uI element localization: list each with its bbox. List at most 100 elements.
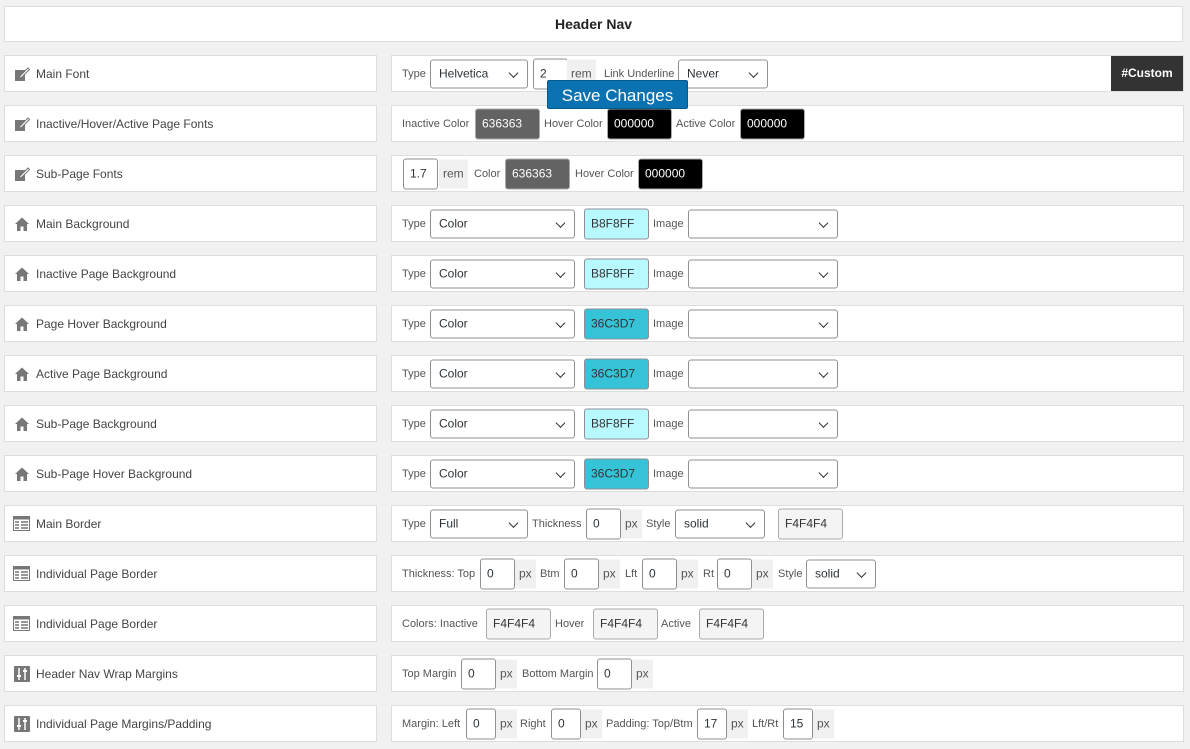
sub-color-swatch[interactable]: 636363 — [505, 158, 570, 189]
px-unit: px — [621, 509, 642, 538]
settings-row: Individual Page Border Colors: Inactive F4… — [4, 605, 1184, 643]
home-icon — [13, 415, 30, 432]
sub-hover-color-swatch[interactable]: 000000 — [638, 158, 703, 189]
hover-border-color-swatch[interactable]: F4F4F4 — [593, 608, 658, 639]
row-controls: Type Color B8F8FF Image — [391, 255, 1184, 292]
padding-tb-label: Padding: Top/Btm — [606, 717, 693, 730]
row-label-text: Individual Page Border — [36, 616, 158, 631]
link-underline-select[interactable]: Never — [678, 59, 768, 88]
bg-type-select[interactable]: Color — [430, 209, 575, 238]
bottom-margin-input[interactable]: 0 — [597, 658, 632, 689]
table-icon — [13, 515, 30, 532]
row-label: Active Page Background — [4, 355, 377, 392]
active-border-color-swatch[interactable]: F4F4F4 — [699, 608, 764, 639]
bg-image-select[interactable] — [688, 409, 838, 438]
bg-color-swatch[interactable]: B8F8FF — [584, 408, 649, 439]
row-label: Individual Page Margins/Padding — [4, 705, 377, 742]
settings-row: Sub-Page Hover Background Type Color 36C3D7… — [4, 455, 1184, 493]
border-top-input[interactable]: 0 — [480, 558, 515, 589]
row-controls: Type Full Thickness 0 px Style solid F4F4F4 — [391, 505, 1184, 542]
lftrt-label: Lft/Rt — [752, 717, 779, 730]
padding-lr-input[interactable]: 15 — [783, 708, 813, 739]
px-unit: px — [813, 709, 834, 738]
margin-left-input[interactable]: 0 — [466, 708, 496, 739]
bg-image-label: Image — [653, 367, 684, 380]
settings-row: Header Nav Wrap Margins Top Margin 0 px Bott… — [4, 655, 1184, 693]
bg-image-select[interactable] — [688, 209, 838, 238]
inactive-border-color-swatch[interactable]: F4F4F4 — [486, 608, 551, 639]
bg-color-swatch[interactable]: 36C3D7 — [584, 458, 649, 489]
bg-image-label: Image — [653, 417, 684, 430]
custom-css-button[interactable]: #Custom — [1111, 56, 1183, 91]
sliders-icon — [13, 715, 30, 732]
row-label-text: Main Border — [36, 516, 102, 531]
row-label-text: Individual Page Margins/Padding — [36, 716, 212, 731]
margin-right-label: Right — [520, 717, 546, 730]
row-controls: Margin: Left 0 px Right 0 px Padding: Top/Btm 1… — [391, 705, 1184, 742]
sub-font-size-input[interactable]: 1.7 — [403, 158, 438, 189]
bg-color-swatch[interactable]: B8F8FF — [584, 258, 649, 289]
row-controls: 1.7 rem Color 636363 Hover Color 000000 — [391, 155, 1184, 192]
active-label: Active — [661, 617, 691, 630]
home-icon — [13, 465, 30, 482]
top-margin-input[interactable]: 0 — [461, 658, 496, 689]
bg-type-label: Type — [402, 317, 426, 330]
bg-color-swatch[interactable]: B8F8FF — [584, 208, 649, 239]
type-label: Type — [402, 67, 426, 80]
border-lft-input[interactable]: 0 — [642, 558, 677, 589]
thickness-top-label: Thickness: Top — [402, 567, 476, 580]
font-type-select[interactable]: Helvetica — [430, 59, 528, 88]
row-label: Page Hover Background — [4, 305, 377, 342]
row-label: Individual Page Border — [4, 555, 377, 592]
bg-image-select[interactable] — [688, 259, 838, 288]
bg-color-swatch[interactable]: 36C3D7 — [584, 308, 649, 339]
row-label-text: Header Nav Wrap Margins — [36, 666, 178, 681]
save-changes-button[interactable]: Save Changes — [547, 80, 688, 109]
top-margin-label: Top Margin — [402, 667, 457, 680]
page-border-style-select[interactable]: solid — [806, 559, 876, 588]
row-label-text: Sub-Page Hover Background — [36, 466, 193, 481]
row-label-text: Active Page Background — [36, 366, 168, 381]
bg-image-label: Image — [653, 267, 684, 280]
border-type-select[interactable]: Full — [430, 509, 528, 538]
bg-image-select[interactable] — [688, 459, 838, 488]
px-unit: px — [581, 709, 602, 738]
row-label-text: Individual Page Border — [36, 566, 158, 581]
colors-inactive-label: Colors: Inactive — [402, 617, 478, 630]
active-color-label: Active Color — [676, 117, 736, 130]
settings-row: Active Page Background Type Color 36C3D7 Ima… — [4, 355, 1184, 393]
sub-hover-color-label: Hover Color — [575, 167, 634, 180]
border-style-select[interactable]: solid — [675, 509, 765, 538]
margin-right-input[interactable]: 0 — [551, 708, 581, 739]
border-thickness-input[interactable]: 0 — [586, 508, 621, 539]
padding-tb-input[interactable]: 17 — [697, 708, 727, 739]
inactive-color-label: Inactive Color — [402, 117, 470, 130]
bg-type-select[interactable]: Color — [430, 409, 575, 438]
bg-type-select[interactable]: Color — [430, 259, 575, 288]
border-btm-input[interactable]: 0 — [564, 558, 599, 589]
home-icon — [13, 365, 30, 382]
inactive-color-swatch[interactable]: 636363 — [475, 108, 540, 139]
border-rt-input[interactable]: 0 — [717, 558, 752, 589]
bg-color-swatch[interactable]: 36C3D7 — [584, 358, 649, 389]
row-label-text: Inactive Page Background — [36, 266, 177, 281]
home-icon — [13, 265, 30, 282]
bg-image-select[interactable] — [688, 359, 838, 388]
bg-type-select[interactable]: Color — [430, 359, 575, 388]
row-label: Individual Page Border — [4, 605, 377, 642]
active-color-swatch[interactable]: 000000 — [740, 108, 805, 139]
btm-label: Btm — [540, 567, 560, 580]
row-label: Sub-Page Hover Background — [4, 455, 377, 492]
hover-color-swatch[interactable]: 000000 — [607, 108, 672, 139]
hover-color-label: Hover Color — [544, 117, 603, 130]
bg-type-select[interactable]: Color — [430, 309, 575, 338]
bg-type-select[interactable]: Color — [430, 459, 575, 488]
px-unit: px — [599, 559, 620, 588]
border-color-swatch[interactable]: F4F4F4 — [778, 508, 843, 539]
bg-type-label: Type — [402, 417, 426, 430]
row-controls: Colors: Inactive F4F4F4 Hover F4F4F4 Active F… — [391, 605, 1184, 642]
bg-image-select[interactable] — [688, 309, 838, 338]
row-label: Inactive/Hover/Active Page Fonts — [4, 105, 377, 142]
thickness-label: Thickness — [532, 517, 582, 530]
table-icon — [13, 565, 30, 582]
